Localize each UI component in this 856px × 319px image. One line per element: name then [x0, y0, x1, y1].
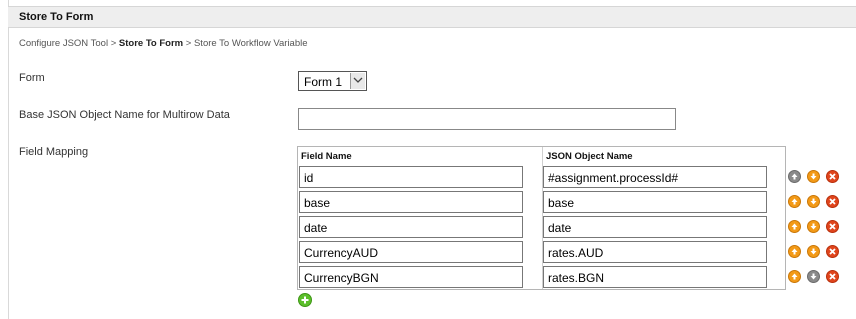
delete-icon[interactable]: [826, 270, 839, 283]
field-name-input[interactable]: date: [299, 216, 523, 238]
row-actions: [788, 170, 844, 184]
field-name-input[interactable]: CurrencyBGN: [299, 266, 523, 288]
delete-icon[interactable]: [826, 220, 839, 233]
json-object-name-input[interactable]: date: [543, 216, 767, 238]
base-json-input[interactable]: [298, 108, 676, 130]
row-actions: [788, 220, 844, 234]
breadcrumb-separator: >: [185, 38, 192, 49]
json-object-name-input[interactable]: base: [543, 191, 767, 213]
field-name-input[interactable]: CurrencyAUD: [299, 241, 523, 263]
arrow-up-icon[interactable]: [788, 245, 801, 258]
breadcrumb-item-store-to-workflow-variable[interactable]: Store To Workflow Variable: [194, 38, 308, 49]
column-header-field-name: Field Name: [301, 151, 352, 162]
column-header-json-object-name: JSON Object Name: [546, 151, 633, 162]
arrow-down-icon[interactable]: [807, 270, 820, 283]
field-mapping-label: Field Mapping: [19, 146, 89, 158]
field-name-input[interactable]: base: [299, 191, 523, 213]
row-actions: [788, 270, 844, 284]
json-object-name-input[interactable]: rates.BGN: [543, 266, 767, 288]
delete-icon[interactable]: [826, 195, 839, 208]
arrow-up-icon[interactable]: [788, 220, 801, 233]
field-name-input[interactable]: id: [299, 166, 523, 188]
delete-icon[interactable]: [826, 245, 839, 258]
json-object-name-input[interactable]: #assignment.processId#: [543, 166, 767, 188]
breadcrumb: Configure JSON Tool > Store To Form > St…: [19, 38, 308, 49]
arrow-up-icon[interactable]: [788, 270, 801, 283]
row-actions: [788, 195, 844, 209]
breadcrumb-separator: >: [110, 38, 117, 49]
chevron-down-icon[interactable]: [350, 73, 365, 89]
arrow-down-icon[interactable]: [807, 170, 820, 183]
form-select-value: Form 1: [304, 75, 343, 89]
arrow-up-icon[interactable]: [788, 195, 801, 208]
arrow-down-icon[interactable]: [807, 245, 820, 258]
page-title: Store To Form: [19, 11, 94, 23]
delete-icon[interactable]: [826, 170, 839, 183]
form-select[interactable]: Form 1: [298, 71, 367, 91]
row-actions: [788, 245, 844, 259]
arrow-down-icon[interactable]: [807, 220, 820, 233]
arrow-down-icon[interactable]: [807, 195, 820, 208]
breadcrumb-item-configure-json-tool[interactable]: Configure JSON Tool: [19, 38, 108, 49]
add-icon[interactable]: [298, 293, 312, 307]
json-object-name-input[interactable]: rates.AUD: [543, 241, 767, 263]
breadcrumb-item-store-to-form: Store To Form: [118, 38, 184, 49]
arrow-up-icon[interactable]: [788, 170, 801, 183]
panel-header: Store To Form: [8, 6, 856, 28]
base-json-label: Base JSON Object Name for Multirow Data: [19, 109, 230, 121]
form-label: Form: [19, 72, 45, 84]
